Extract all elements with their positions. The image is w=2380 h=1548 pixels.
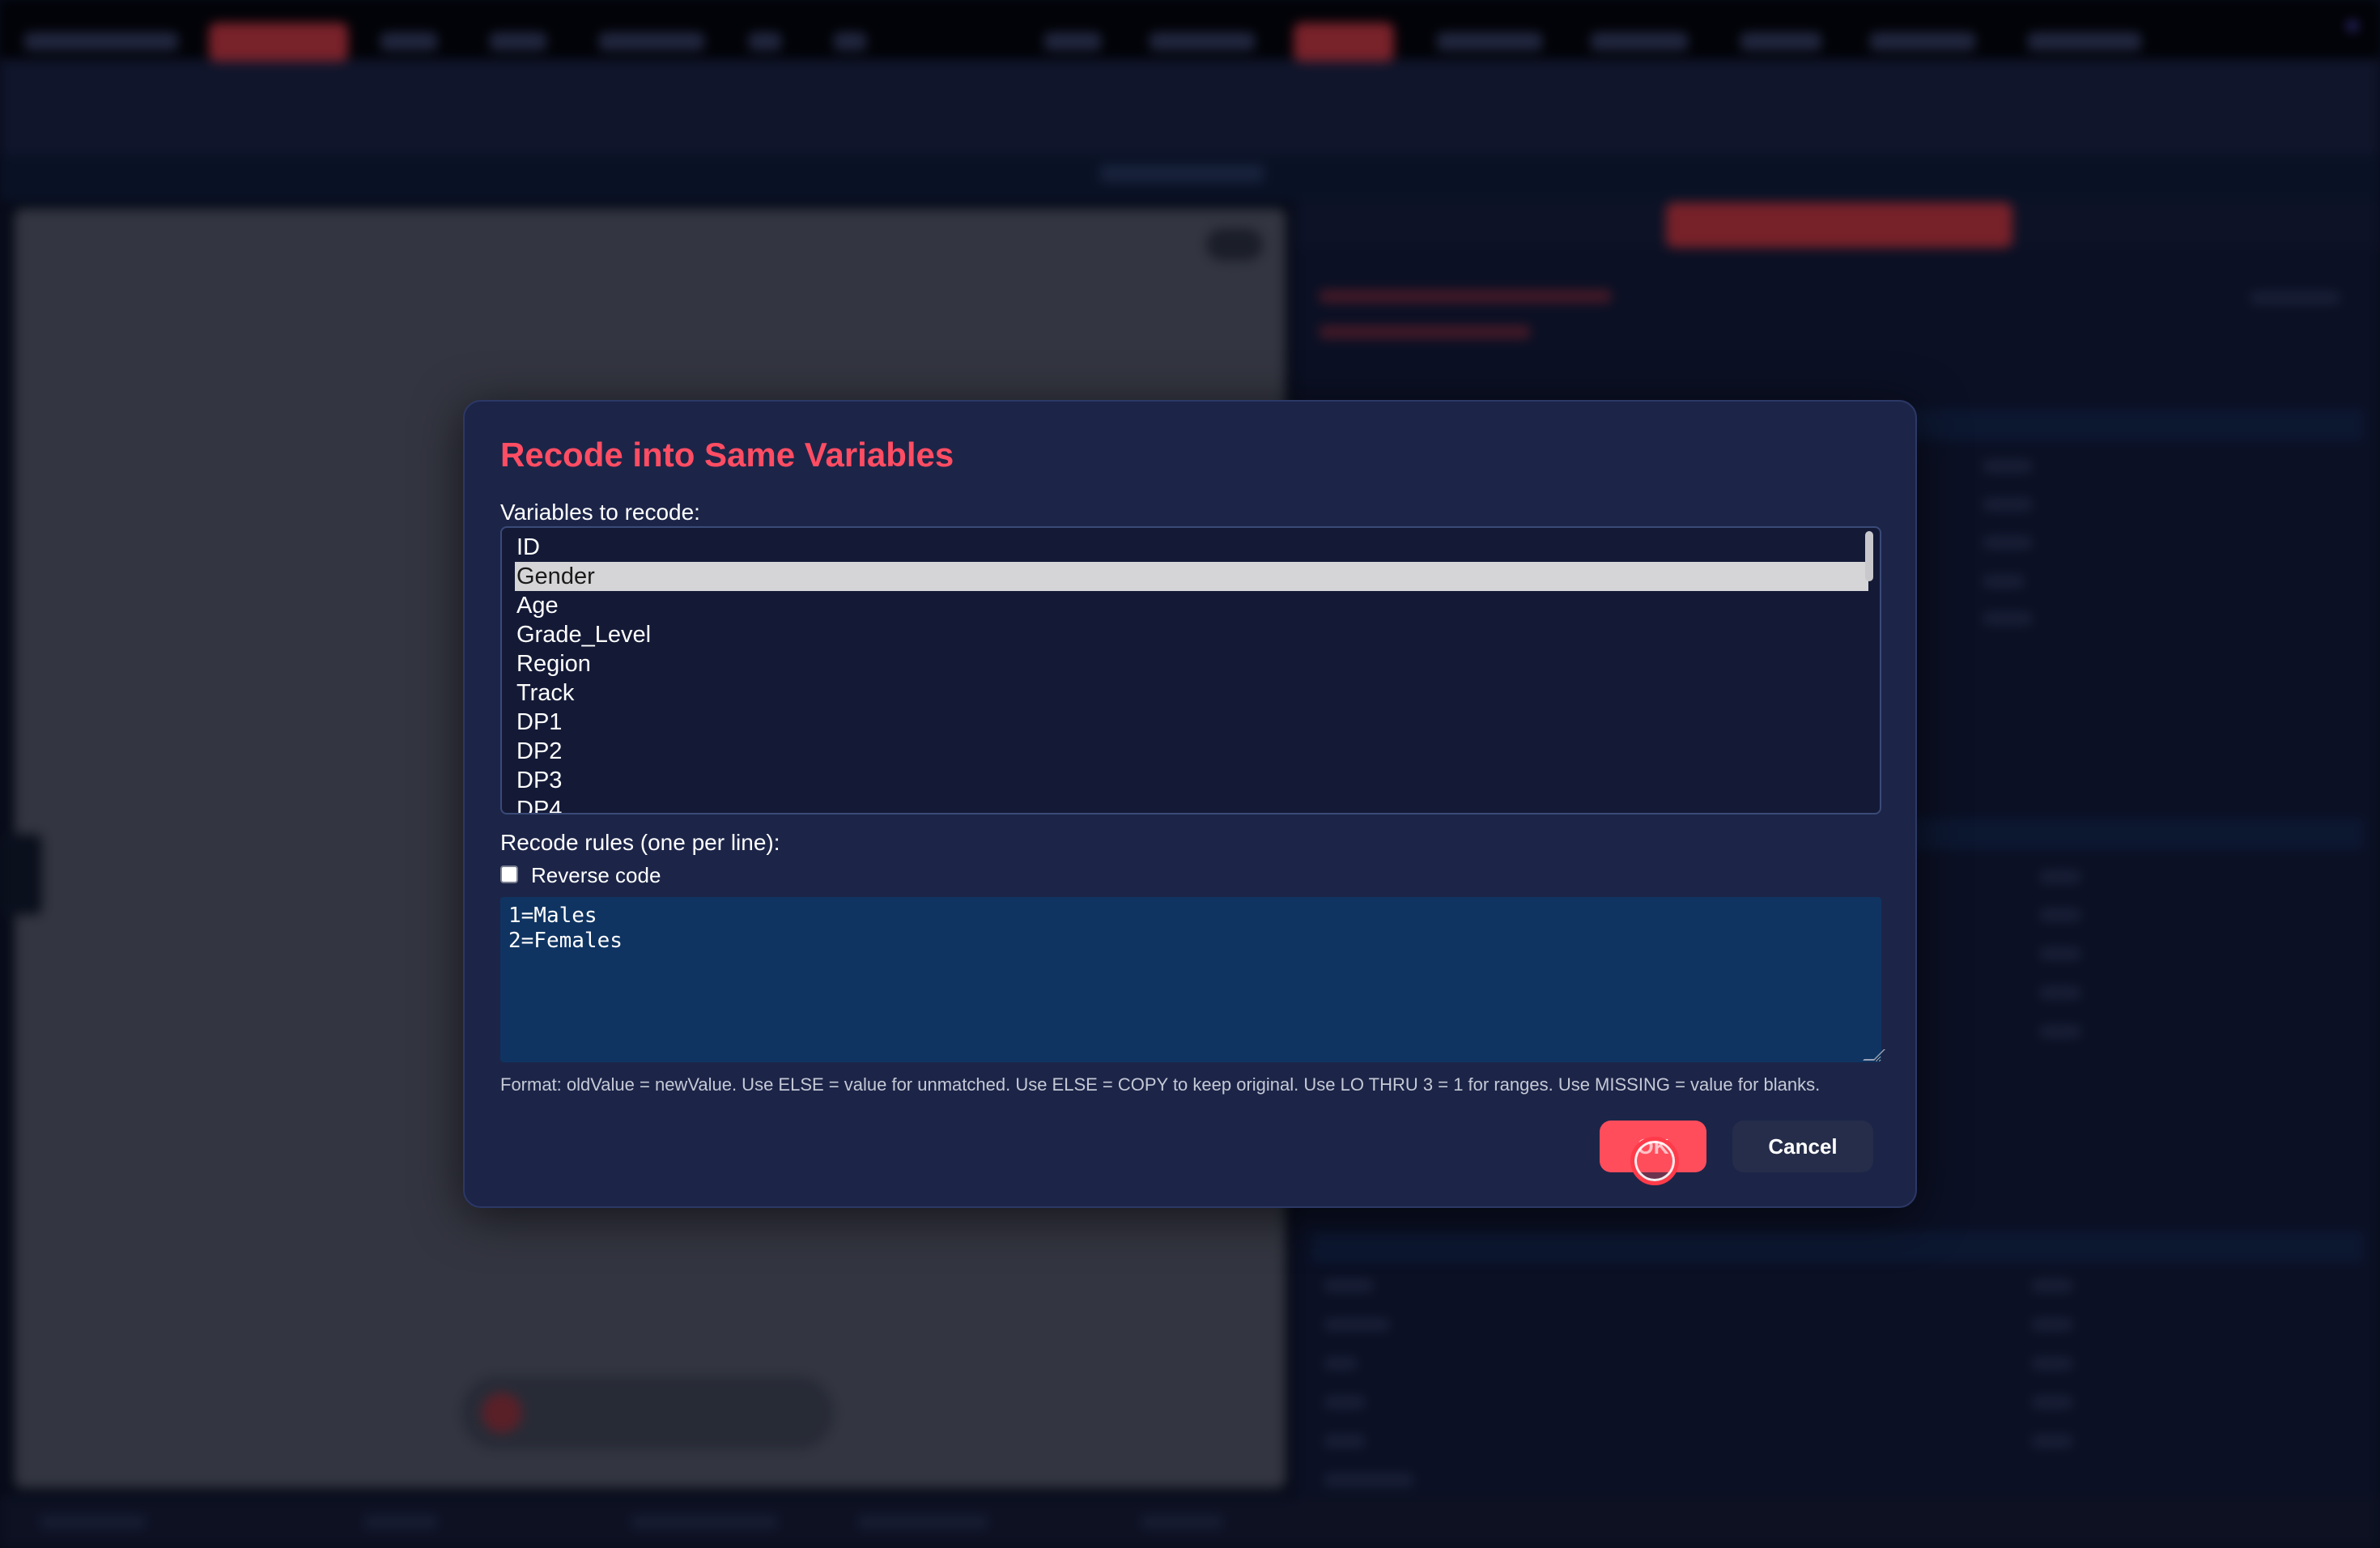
format-help-text: Format: oldValue = newValue. Use ELSE = … bbox=[500, 1074, 1821, 1095]
recode-rules-textarea[interactable]: 1=Males 2=Females bbox=[500, 897, 1881, 1062]
listbox-scrollbar-thumb[interactable] bbox=[1865, 531, 1873, 581]
click-indicator bbox=[1630, 1137, 1679, 1185]
variables-listbox[interactable]: ID Gender Age Grade_Level Region Track D… bbox=[500, 526, 1881, 814]
recode-dialog: Recode into Same Variables Variables to … bbox=[463, 400, 1917, 1208]
variable-option[interactable]: DP3 bbox=[515, 766, 1868, 795]
reverse-code-checkbox[interactable] bbox=[500, 865, 518, 883]
variables-label: Variables to recode: bbox=[500, 500, 700, 525]
variable-option[interactable]: Region bbox=[515, 649, 1868, 678]
rules-label: Recode rules (one per line): bbox=[500, 830, 780, 855]
reverse-code-label[interactable]: Reverse code bbox=[531, 861, 661, 889]
variable-option[interactable]: Track bbox=[515, 678, 1868, 708]
dialog-title: Recode into Same Variables bbox=[500, 436, 954, 474]
cancel-button[interactable]: Cancel bbox=[1732, 1121, 1873, 1172]
variable-option[interactable]: Age bbox=[515, 591, 1868, 620]
variable-option[interactable]: Grade_Level bbox=[515, 620, 1868, 649]
variable-option[interactable]: DP1 bbox=[515, 708, 1868, 737]
variable-option[interactable]: ID bbox=[515, 533, 1868, 562]
variable-option-selected[interactable]: Gender bbox=[515, 562, 1868, 591]
variable-option[interactable]: DP4 bbox=[515, 795, 1868, 813]
variable-option[interactable]: DP2 bbox=[515, 737, 1868, 766]
